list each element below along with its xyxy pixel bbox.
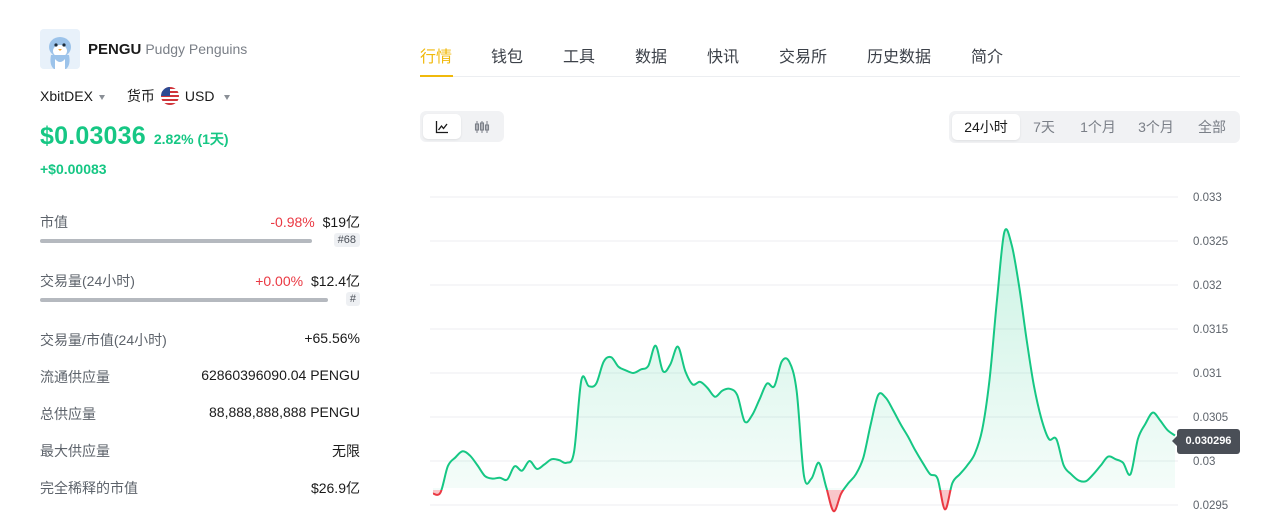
stat-circulating-supply: 流通供应量 62860396090.04 PENGU — [40, 367, 360, 387]
stat-value: $26.9亿 — [310, 480, 360, 496]
price-row: $0.03036 2.82% (1天) — [40, 122, 229, 151]
selectors: XbitDEX 货币 USD — [40, 86, 231, 106]
stat-total-supply: 总供应量 88,888,888,888 PENGU — [40, 404, 360, 424]
chevron-down-icon — [98, 94, 105, 100]
y-tick-label: 0.0305 — [1193, 412, 1228, 424]
tab-bar: 行情 钱包 工具 数据 快讯 交易所 历史数据 简介 — [420, 43, 1240, 77]
tab-about[interactable]: 简介 — [971, 43, 1003, 67]
line-chart-icon — [435, 120, 448, 133]
tab-data[interactable]: 数据 — [635, 43, 667, 67]
active-tab-underline — [420, 75, 453, 77]
stat-volume: 交易量(24小时) +0.00% $12.4亿 # — [40, 271, 360, 311]
chart-type-toggle — [420, 111, 504, 142]
coin-symbol: PENGU — [88, 40, 142, 58]
stat-value: $12.4亿 — [310, 273, 360, 289]
stat-value: +65.56% — [304, 330, 360, 346]
stat-label: 最大供应量 — [40, 443, 110, 459]
candlestick-icon — [474, 120, 490, 133]
y-axis: 0.033 0.0325 0.032 0.0315 0.031 0.0305 0.03 0.0… — [1193, 192, 1228, 512]
tab-tools[interactable]: 工具 — [563, 43, 595, 67]
price-change-pct: 2.82% (1天) — [153, 131, 229, 147]
stat-fdv: 完全稀释的市值 $26.9亿 — [40, 478, 360, 498]
tab-wallet[interactable]: 钱包 — [491, 43, 523, 67]
stat-volume-mcap: 交易量/市值(24小时) +65.56% — [40, 330, 360, 350]
y-tick-label: 0.032 — [1193, 280, 1222, 292]
stat-label: 流通供应量 — [40, 369, 110, 385]
range-all[interactable]: 全部 — [1187, 114, 1237, 140]
price-change-abs: +$0.00083 — [40, 161, 107, 177]
coin-name: Pudgy Penguins — [145, 41, 248, 57]
stat-label: 完全稀释的市值 — [40, 480, 138, 496]
chart-gridlines — [430, 196, 1178, 506]
stat-label: 交易量(24小时) — [40, 273, 135, 289]
us-flag-icon — [160, 87, 179, 105]
rank-badge: # — [345, 292, 360, 306]
stat-value-group: +0.00% $12.4亿 — [255, 271, 360, 291]
y-tick-label: 0.033 — [1193, 192, 1222, 204]
stat-market-cap: 市值 -0.98% $19亿 #68 — [40, 212, 360, 252]
range-3m[interactable]: 3个月 — [1127, 114, 1185, 140]
volume-bar — [40, 298, 328, 302]
y-tick-label: 0.0315 — [1193, 324, 1228, 336]
price-chart: 0.033 0.0325 0.032 0.0315 0.031 0.0305 0.03 0.0… — [430, 192, 1228, 513]
stat-value: 62860396090.04 PENGU — [201, 367, 360, 383]
line-chart-button[interactable] — [423, 114, 461, 139]
tab-market[interactable]: 行情 — [420, 43, 452, 67]
currency-selector[interactable]: USD — [185, 88, 231, 104]
range-selector: 24小时 7天 1个月 3个月 全部 — [949, 111, 1240, 143]
range-1m[interactable]: 1个月 — [1069, 114, 1127, 140]
candlestick-button[interactable] — [463, 114, 501, 139]
current-price-tag: 0.030296 — [1172, 429, 1240, 454]
currency-value: USD — [184, 88, 215, 104]
stat-max-supply: 最大供应量 无限 — [40, 441, 360, 461]
y-tick-label: 0.03 — [1193, 456, 1215, 468]
stat-value: 88,888,888,888 PENGU — [209, 404, 360, 420]
y-tick-label: 0.0295 — [1193, 500, 1228, 512]
range-7d[interactable]: 7天 — [1021, 114, 1067, 140]
current-price: $0.03036 — [40, 122, 146, 150]
stat-change: +0.00% — [255, 273, 304, 289]
y-tick-label: 0.0325 — [1193, 236, 1228, 248]
pengu-logo — [40, 29, 80, 69]
stat-value: $19亿 — [322, 214, 360, 230]
rank-badge: #68 — [333, 233, 360, 247]
stat-value-group: -0.98% $19亿 — [270, 212, 360, 232]
stat-label: 总供应量 — [40, 406, 96, 422]
tab-history[interactable]: 历史数据 — [867, 43, 931, 67]
currency-label: 货币 — [126, 88, 155, 104]
market-cap-bar — [40, 239, 312, 243]
exchange-selector[interactable]: XbitDEX — [40, 88, 105, 104]
stat-label: 交易量/市值(24小时) — [40, 332, 167, 348]
tab-news[interactable]: 快讯 — [707, 43, 739, 67]
y-tick-label: 0.031 — [1193, 368, 1222, 380]
exchange-label: XbitDEX — [40, 88, 93, 104]
range-24h[interactable]: 24小时 — [952, 114, 1020, 140]
chevron-down-icon — [224, 94, 231, 100]
stat-change: -0.98% — [270, 214, 315, 230]
stat-label: 市值 — [40, 214, 68, 230]
stat-value: 无限 — [332, 443, 360, 459]
coin-panel: PENGU Pudgy Penguins XbitDEX 货币 USD $0.0… — [40, 28, 360, 496]
coin-header: PENGU Pudgy Penguins — [40, 28, 360, 70]
tab-exchanges[interactable]: 交易所 — [779, 43, 827, 67]
